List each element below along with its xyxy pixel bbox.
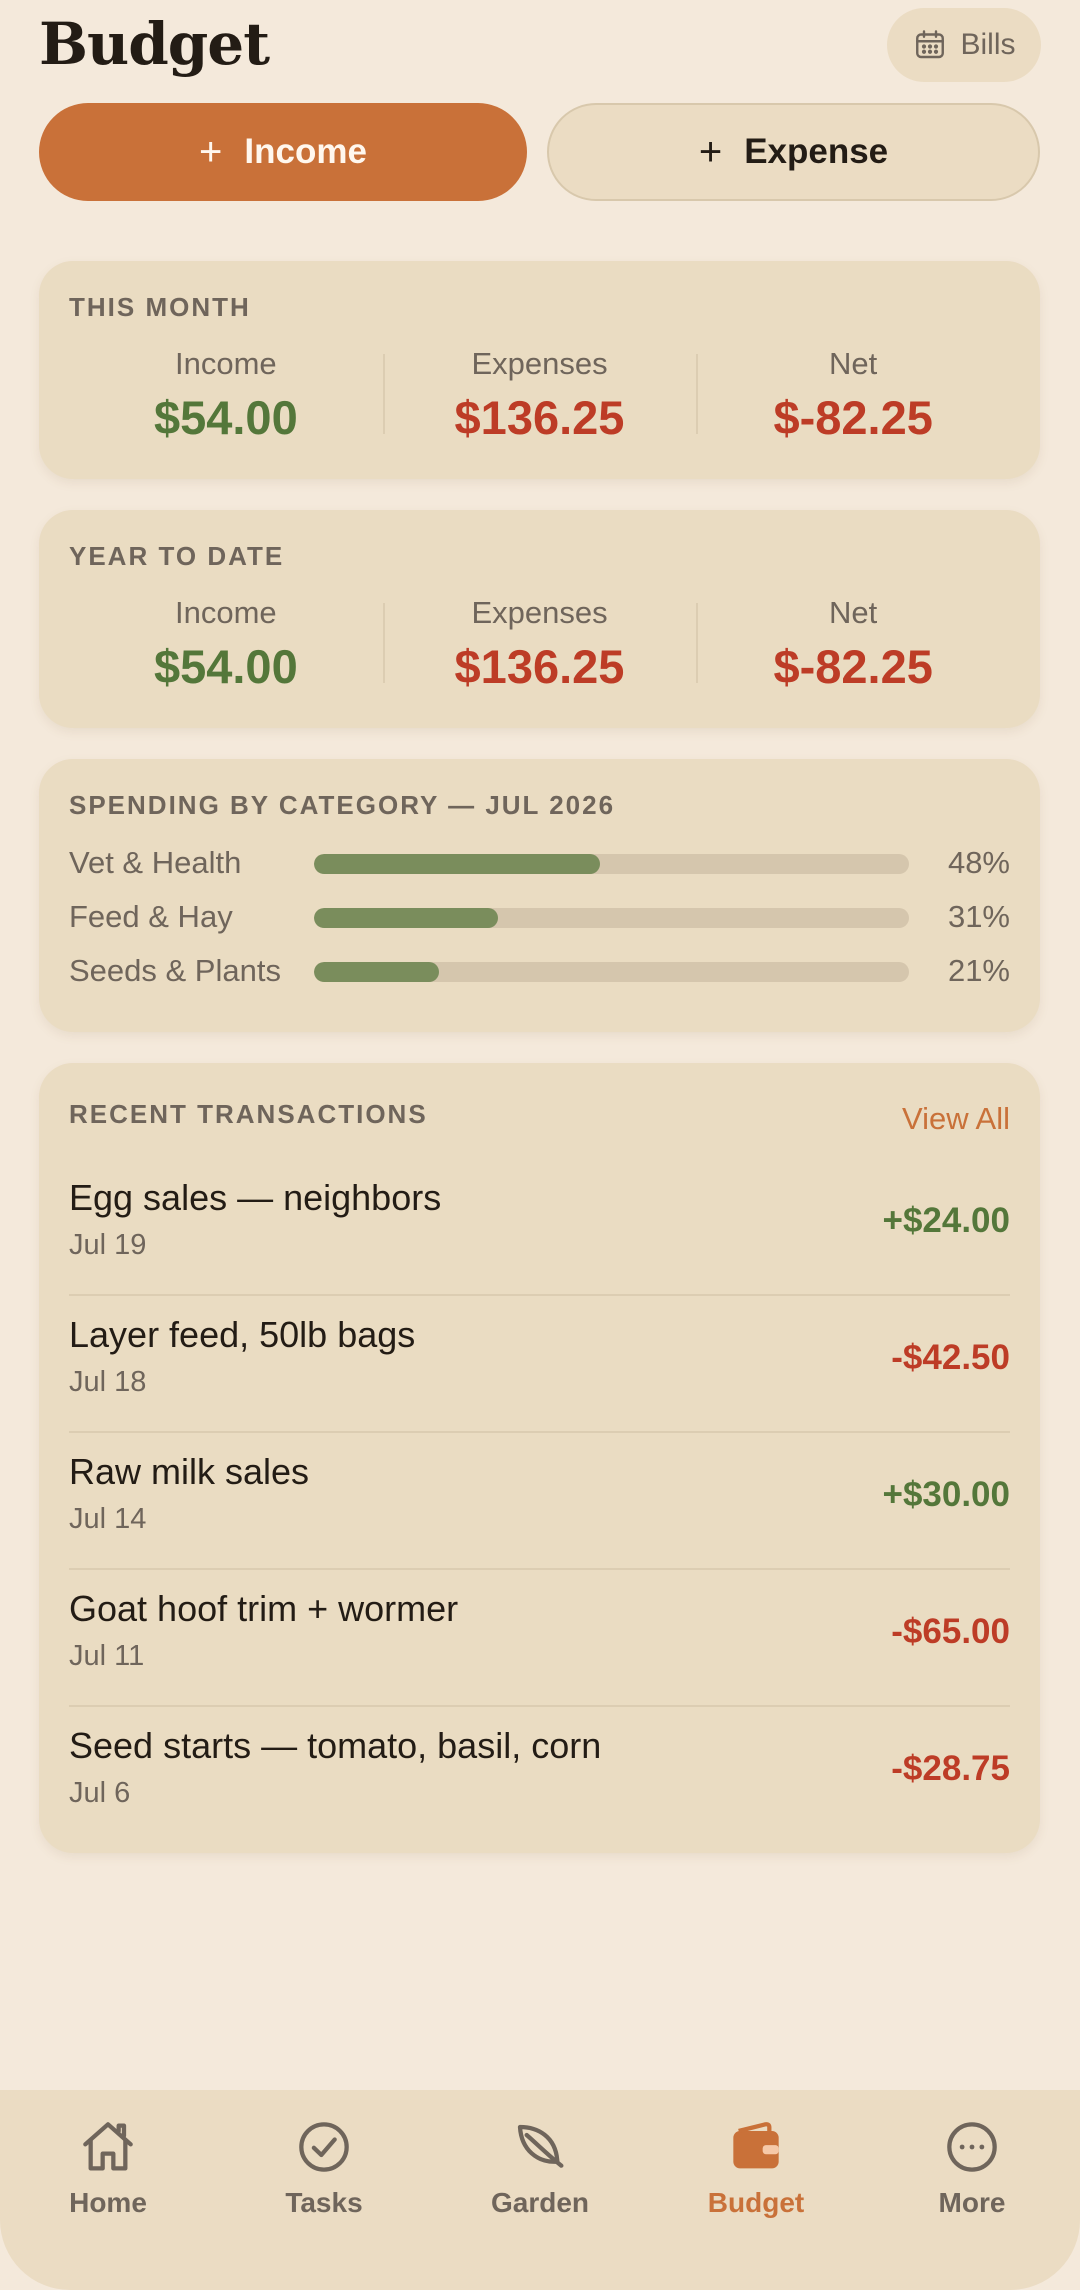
transaction-amount: -$28.75 (891, 1749, 1010, 1788)
transaction-amount: -$65.00 (891, 1612, 1010, 1651)
plus-icon: + (698, 130, 723, 174)
nav-item-home[interactable]: Home (0, 2090, 216, 2290)
year-to-date-heading: YEAR TO DATE (69, 541, 285, 571)
calendar-icon (916, 30, 945, 59)
category-row-vet-health: Vet & Health 48% (69, 841, 1010, 885)
nav-item-more[interactable]: More (864, 2090, 1080, 2290)
add-income-button[interactable]: + Income (39, 103, 527, 201)
action-row: + Income + Expense (39, 103, 1040, 201)
transaction-date: Jul 19 (69, 1229, 147, 1261)
transaction-title: Goat hoof trim + wormer (69, 1588, 459, 1629)
transaction-row[interactable]: Raw milk sales Jul 14 +$30.00 (69, 1433, 1010, 1570)
income-stat-label: Income (175, 346, 277, 381)
expenses-stat-value: $136.25 (454, 391, 625, 444)
category-bar-track (314, 908, 909, 928)
transaction-date: Jul 14 (69, 1503, 147, 1535)
net-stat-label: Net (829, 595, 878, 630)
expenses-stat-value: $136.25 (454, 640, 625, 693)
income-stat-label: Income (175, 595, 277, 630)
this-month-stats: Income $54.00 Expenses $136.25 Net $-82.… (69, 346, 1010, 445)
spending-card: SPENDING BY CATEGORY — JUL 2026 Vet & He… (39, 759, 1040, 1032)
category-label: Seeds & Plants (69, 953, 281, 988)
net-stat-value: $-82.25 (773, 640, 933, 693)
transactions-card: RECENT TRANSACTIONS View All Egg sales —… (39, 1063, 1040, 1853)
income-stat: Income $54.00 (69, 346, 383, 445)
expenses-stat: Expenses $136.25 (382, 346, 697, 445)
transaction-amount: +$30.00 (882, 1475, 1011, 1514)
category-bar-fill (314, 854, 600, 874)
transactions-list: Egg sales — neighbors Jul 19 +$24.00 Lay… (69, 1159, 1010, 1842)
this-month-heading: THIS MONTH (69, 292, 251, 322)
net-stat: Net $-82.25 (696, 595, 1010, 694)
nav-label: Garden (490, 2187, 590, 2218)
nav-label: Tasks (285, 2187, 363, 2218)
add-expense-label: Expense (744, 132, 889, 171)
category-percent: 21% (947, 953, 1010, 988)
expenses-stat-label: Expenses (471, 346, 608, 381)
transaction-amount: -$42.50 (891, 1338, 1010, 1377)
nav-item-budget[interactable]: Budget (648, 2090, 864, 2290)
view-all-link[interactable]: View All (902, 1101, 1010, 1137)
add-income-label: Income (244, 132, 367, 171)
nav-item-tasks[interactable]: Tasks (216, 2090, 432, 2290)
net-stat-value: $-82.25 (773, 391, 933, 444)
category-bar-fill (314, 962, 439, 982)
net-stat-label: Net (829, 346, 878, 381)
plus-icon: + (199, 130, 223, 174)
net-stat: Net $-82.25 (696, 346, 1010, 445)
transaction-date: Jul 6 (69, 1777, 131, 1809)
transaction-row[interactable]: Goat hoof trim + wormer Jul 11 -$65.00 (69, 1570, 1010, 1707)
category-bar-fill (314, 908, 499, 928)
category-percent: 48% (947, 845, 1010, 880)
page-title: Budget (39, 10, 270, 78)
bills-button[interactable]: Bills (887, 8, 1041, 82)
transaction-row[interactable]: Seed starts — tomato, basil, corn Jul 6 … (69, 1707, 1010, 1842)
this-month-card: THIS MONTH Income $54.00 Expenses $136.2… (39, 261, 1040, 479)
category-bar-track (314, 962, 909, 982)
wallet-icon (733, 2122, 779, 2169)
more-icon (947, 2122, 997, 2172)
income-stat-value: $54.00 (153, 640, 298, 693)
transaction-title: Raw milk sales (69, 1451, 310, 1492)
check-circle-icon (299, 2122, 349, 2172)
home-icon (83, 2122, 133, 2171)
nav-label: Budget (707, 2187, 805, 2218)
year-to-date-stats: Income $54.00 Expenses $136.25 Net $-82.… (69, 595, 1010, 694)
income-stat: Income $54.00 (69, 595, 383, 694)
add-expense-button[interactable]: + Expense (547, 103, 1040, 201)
year-to-date-card: YEAR TO DATE Income $54.00 Expenses $136… (39, 510, 1040, 728)
category-percent: 31% (947, 899, 1010, 934)
transaction-title: Egg sales — neighbors (69, 1177, 442, 1218)
category-label: Vet & Health (69, 845, 242, 880)
income-stat-value: $54.00 (153, 391, 298, 444)
transaction-row[interactable]: Layer feed, 50lb bags Jul 18 -$42.50 (69, 1296, 1010, 1433)
transaction-title: Layer feed, 50lb bags (69, 1314, 416, 1355)
expenses-stat-label: Expenses (471, 595, 608, 630)
header: Budget Bills (0, 0, 1080, 96)
leaf-icon (517, 2124, 564, 2168)
spending-heading: SPENDING BY CATEGORY — JUL 2026 (69, 790, 616, 820)
nav-label: Home (69, 2187, 147, 2218)
category-label: Feed & Hay (69, 899, 233, 934)
bottom-nav: Home Tasks Garden Budget More (0, 2090, 1080, 2290)
nav-label: More (938, 2187, 1006, 2218)
category-bar-track (314, 854, 909, 874)
transaction-amount: +$24.00 (882, 1201, 1011, 1240)
transaction-row[interactable]: Egg sales — neighbors Jul 19 +$24.00 (69, 1159, 1010, 1296)
category-row-seeds-plants: Seeds & Plants 21% (69, 949, 1010, 993)
nav-item-garden[interactable]: Garden (432, 2090, 648, 2290)
expenses-stat: Expenses $136.25 (382, 595, 697, 694)
category-row-feed-hay: Feed & Hay 31% (69, 895, 1010, 939)
bills-label: Bills (960, 28, 1016, 61)
transactions-heading: RECENT TRANSACTIONS (69, 1099, 428, 1129)
transaction-date: Jul 11 (69, 1640, 145, 1672)
transaction-title: Seed starts — tomato, basil, corn (69, 1725, 602, 1766)
transaction-date: Jul 18 (69, 1366, 147, 1398)
